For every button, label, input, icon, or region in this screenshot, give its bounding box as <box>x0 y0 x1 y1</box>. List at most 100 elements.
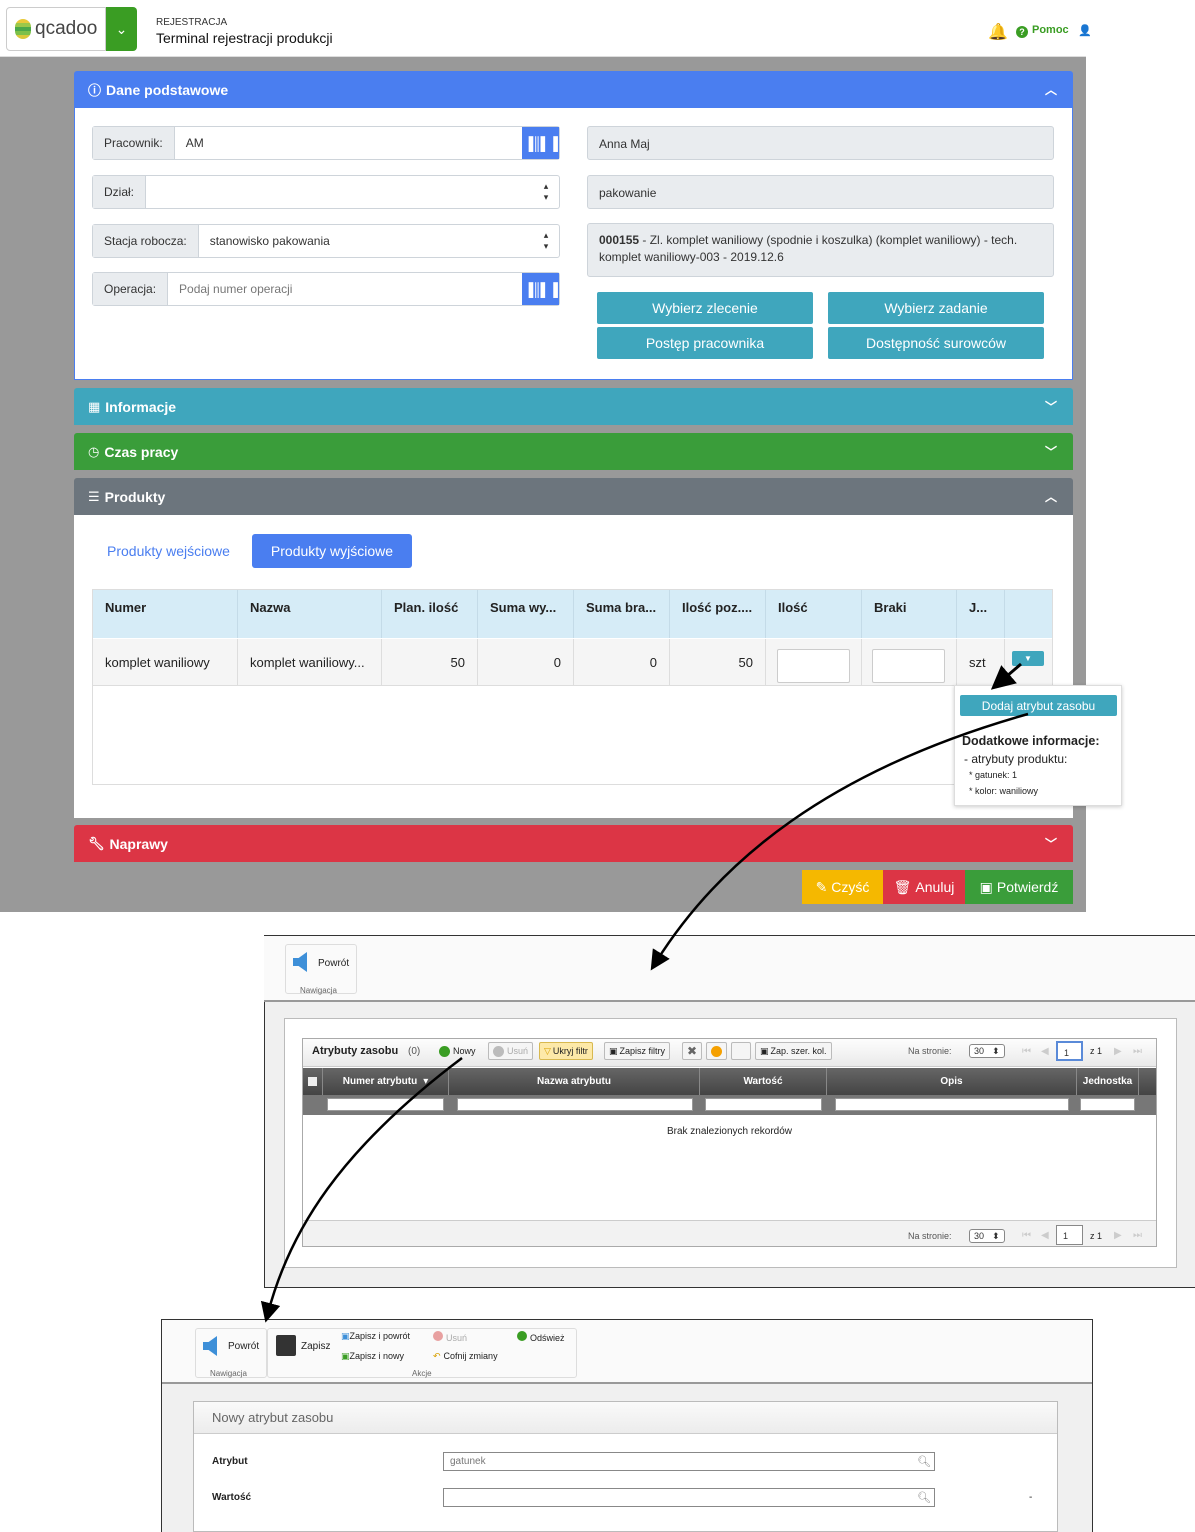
per-page-label: Na stronie: <box>908 1231 952 1241</box>
operation-field[interactable]: Operacja: Podaj numer operacji ▐║▌▐ <box>92 272 560 306</box>
magnifier-icon[interactable]: 🔍︎ <box>917 1491 931 1504</box>
division-select[interactable] <box>146 176 533 208</box>
help-link[interactable]: Pomoc <box>1032 24 1069 36</box>
cell-number: komplet waniliowy <box>93 639 238 686</box>
prev-page-icon[interactable]: ◀ <box>1041 1046 1049 1057</box>
col-header-planned[interactable]: Plan. ilość <box>382 590 478 638</box>
barcode-icon[interactable]: ▐║▌▐ <box>522 273 559 305</box>
clear-button[interactable]: ✎ Czyść <box>802 870 883 904</box>
material-availability-button[interactable]: Dostępność surowców <box>828 327 1044 359</box>
first-page-icon[interactable]: ⏮ <box>1022 1046 1031 1057</box>
grid-back-button[interactable]: Powrót <box>318 958 349 969</box>
hide-filter-button[interactable]: ▽ Ukryj filtr <box>539 1042 593 1060</box>
col-attr-number-label: Numer atrybutu <box>342 1076 418 1087</box>
filter-unit-input[interactable] <box>1080 1098 1135 1111</box>
menu-toggle-button[interactable]: ⌄ <box>106 7 137 51</box>
select-task-button[interactable]: Wybierz zadanie <box>828 292 1044 324</box>
cell-sum-produced: 0 <box>478 639 574 686</box>
save-back-button[interactable]: ▣Zapisz i powrót <box>341 1331 410 1342</box>
confirm-button[interactable]: ▣ Potwierdź <box>965 870 1073 904</box>
save-button[interactable]: Zapisz <box>301 1341 330 1352</box>
grid-title: Atrybuty zasobu <box>312 1045 399 1057</box>
page-input[interactable]: 1 <box>1056 1225 1083 1245</box>
col-attr-number[interactable]: Numer atrybutu ▾ <box>323 1068 449 1095</box>
col-attr-unit[interactable]: Jednostka <box>1077 1068 1139 1095</box>
reset-icon[interactable] <box>706 1042 727 1060</box>
filter-number-input[interactable] <box>327 1098 444 1111</box>
next-page-icon[interactable]: ▶ <box>1114 1046 1122 1057</box>
per-page-select[interactable]: 30 ⬍ <box>969 1229 1005 1243</box>
filter-value-input[interactable] <box>705 1098 822 1111</box>
col-attr-name[interactable]: Nazwa atrybutu <box>449 1068 700 1095</box>
attribute-lookup-input[interactable]: gatunek 🔍︎ <box>443 1452 935 1471</box>
row-menu-button[interactable]: ▼ <box>1012 651 1044 666</box>
refresh-button[interactable]: Odśwież <box>517 1331 565 1343</box>
cancel-button[interactable]: 🗑︎ Anuluj <box>883 870 965 904</box>
division-field[interactable]: Dział: ▴ ▾ <box>92 175 560 209</box>
panel-basic-header[interactable]: ⓘ Dane podstawowe ︿ <box>74 71 1073 108</box>
worker-field[interactable]: Pracownik: AM ▐║▌▐ <box>92 126 560 160</box>
columns-icon[interactable] <box>731 1042 751 1060</box>
user-icon[interactable]: 👤 <box>1078 24 1092 37</box>
col-header-unit[interactable]: J... <box>957 590 1005 638</box>
workstation-field[interactable]: Stacja robocza: stanowisko pakowania ▴ ▾ <box>92 224 560 258</box>
panel-worktime-header[interactable]: ◷ Czas pracy ﹀ <box>74 433 1073 470</box>
workstation-select[interactable]: stanowisko pakowania <box>199 225 533 257</box>
panel-repairs-header[interactable]: 🔧︎ Naprawy ﹀ <box>74 825 1073 862</box>
chevron-down-icon[interactable]: ﹀ <box>1045 835 1057 852</box>
barcode-icon[interactable]: ▐║▌▐ <box>522 127 559 159</box>
help-icon[interactable]: ? <box>1016 26 1028 38</box>
form-back-button[interactable]: Powrót <box>228 1341 259 1352</box>
col-header-number[interactable]: Numer <box>93 590 238 638</box>
filter-name-input[interactable] <box>457 1098 693 1111</box>
col-header-waste[interactable]: Braki <box>862 590 957 638</box>
waste-input[interactable] <box>872 649 945 683</box>
floppy-icon[interactable] <box>276 1335 296 1356</box>
save-filters-button[interactable]: ▣ Zapisz filtry <box>604 1042 671 1060</box>
delete-button[interactable]: Usuń <box>433 1331 467 1343</box>
back-arrow-icon[interactable] <box>293 952 307 972</box>
tab-output-products[interactable]: Produkty wyjściowe <box>252 534 412 568</box>
add-attribute-button[interactable]: Dodaj atrybut zasobu <box>960 695 1117 716</box>
tab-input-products[interactable]: Produkty wejściowe <box>107 543 230 559</box>
next-page-icon[interactable]: ▶ <box>1114 1230 1122 1241</box>
new-button[interactable]: Nowy <box>434 1042 481 1060</box>
chevron-up-icon[interactable]: ︿ <box>1045 81 1057 98</box>
col-header-remaining[interactable]: Ilość poz.... <box>670 590 766 638</box>
clear-filter-icon[interactable]: ✖ <box>682 1042 703 1060</box>
first-page-icon[interactable]: ⏮ <box>1022 1230 1031 1241</box>
chevron-up-icon[interactable]: ︿ <box>1045 488 1057 505</box>
prev-page-icon[interactable]: ◀ <box>1041 1230 1049 1241</box>
page-input[interactable]: 1 <box>1056 1041 1083 1061</box>
app-logo[interactable]: qcadoo <box>6 7 106 51</box>
last-page-icon[interactable]: ⏭ <box>1133 1046 1142 1057</box>
worker-input[interactable]: AM <box>175 127 522 159</box>
col-header-quantity[interactable]: Ilość <box>766 590 862 638</box>
save-col-widths-label: Zap. szer. kol. <box>770 1046 827 1056</box>
col-attr-description[interactable]: Opis <box>827 1068 1077 1095</box>
save-new-button[interactable]: ▣Zapisz i nowy <box>341 1351 404 1362</box>
operation-input[interactable]: Podaj numer operacji <box>168 273 522 305</box>
filter-description-input[interactable] <box>835 1098 1069 1111</box>
chevron-down-icon[interactable]: ﹀ <box>1045 398 1057 415</box>
value-lookup-input[interactable]: 🔍︎ <box>443 1488 935 1507</box>
quantity-input[interactable] <box>777 649 850 683</box>
save-col-widths-button[interactable]: ▣ Zap. szer. kol. <box>755 1042 832 1060</box>
col-header-sum-waste[interactable]: Suma bra... <box>574 590 670 638</box>
chevron-down-icon[interactable]: ﹀ <box>1045 443 1057 460</box>
delete-button[interactable]: Usuń <box>488 1042 534 1060</box>
last-page-icon[interactable]: ⏭ <box>1133 1230 1142 1241</box>
bell-icon[interactable]: 🔔 <box>988 22 1008 42</box>
select-order-button[interactable]: Wybierz zlecenie <box>597 292 813 324</box>
select-all-checkbox[interactable] <box>303 1068 323 1095</box>
col-header-sum-produced[interactable]: Suma wy... <box>478 590 574 638</box>
back-arrow-icon[interactable] <box>203 1336 217 1356</box>
panel-products-header[interactable]: ☰ Produkty ︿ <box>74 478 1073 515</box>
undo-button[interactable]: ↶ Cofnij zmiany <box>433 1351 498 1362</box>
worker-progress-button[interactable]: Postęp pracownika <box>597 327 813 359</box>
col-attr-value[interactable]: Wartość <box>700 1068 827 1095</box>
per-page-select[interactable]: 30 ⬍ <box>969 1044 1005 1058</box>
magnifier-icon[interactable]: 🔍︎ <box>917 1455 931 1468</box>
panel-info-header[interactable]: ▦ Informacje ﹀ <box>74 388 1073 425</box>
col-header-name[interactable]: Nazwa <box>238 590 382 638</box>
